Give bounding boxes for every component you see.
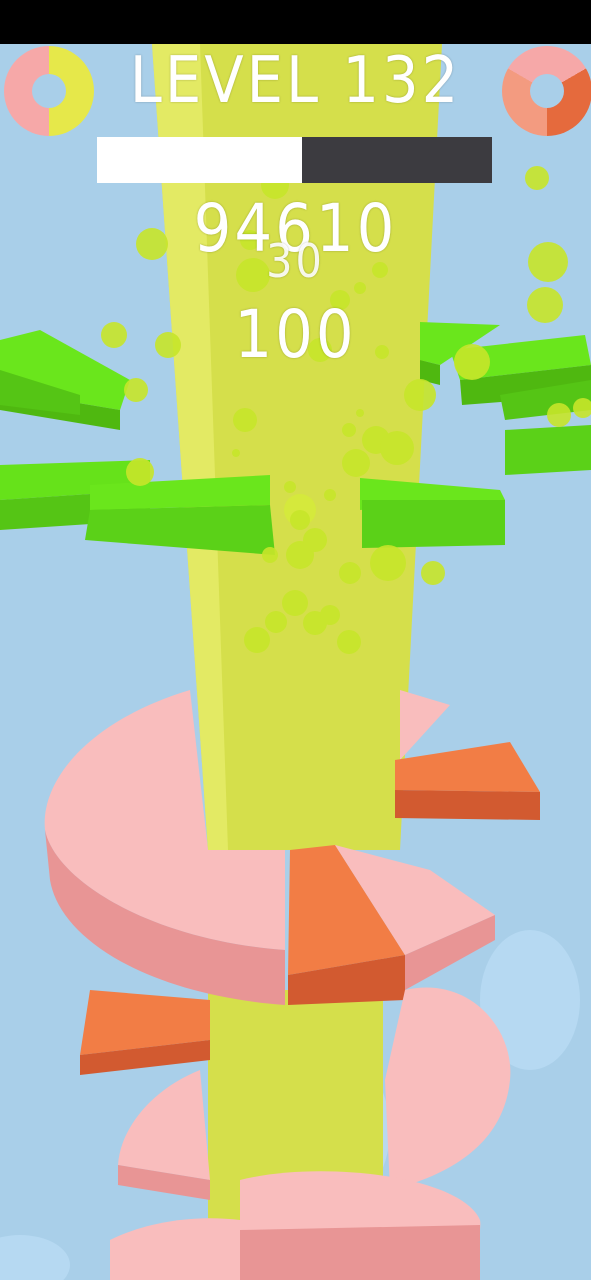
level-progress-fill — [97, 137, 303, 183]
level-label: LEVEL 132 — [129, 44, 462, 118]
bonus-points-value: 100 — [234, 296, 357, 373]
background-bubble — [0, 1235, 70, 1280]
level-progress-bar — [97, 137, 492, 183]
combo-value: 30 — [266, 234, 325, 288]
status-bar — [0, 0, 591, 44]
